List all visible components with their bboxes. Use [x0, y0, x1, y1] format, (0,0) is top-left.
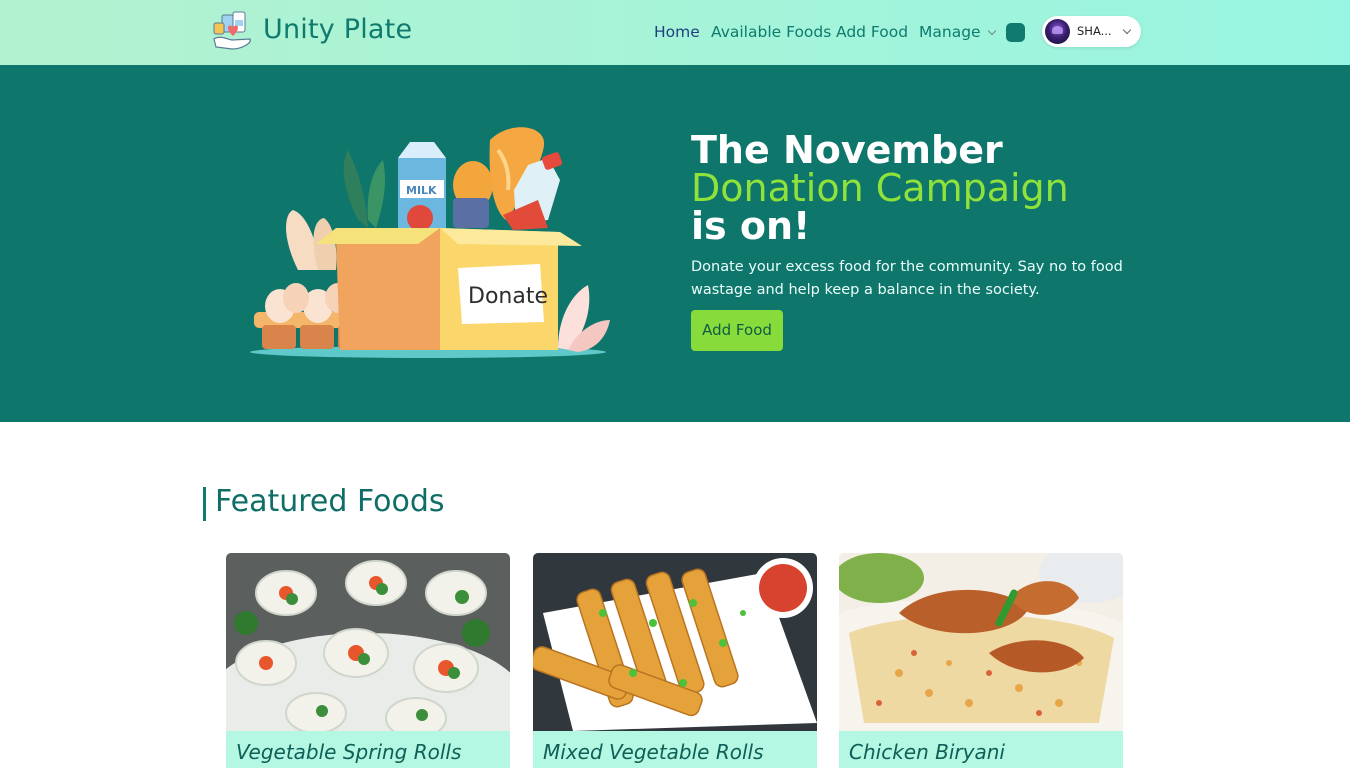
chevron-down-icon	[1122, 25, 1132, 35]
chevron-down-icon	[987, 26, 996, 36]
user-name: SHA...	[1077, 24, 1112, 38]
section-accent-bar	[203, 487, 206, 521]
nav-home[interactable]: Home	[654, 23, 700, 41]
food-donation-logo-icon[interactable]	[212, 9, 254, 53]
nav-manage[interactable]: Manage	[919, 23, 996, 41]
navbar: Unity Plate Home Available Foods Add Foo…	[0, 0, 1350, 65]
spring-rolls-photo	[226, 553, 510, 768]
food-card-title: Mixed Vegetable Rolls	[543, 740, 764, 764]
theme-toggle-icon[interactable]	[1006, 23, 1025, 42]
section-title: Featured Foods	[215, 484, 445, 519]
hero-banner	[0, 65, 1350, 422]
food-card[interactable]: Mixed Vegetable Rolls	[533, 553, 817, 768]
avatar	[1045, 19, 1070, 44]
hero-title: The November Donation Campaign is on!	[691, 131, 1069, 245]
hero-title-line2: Donation Campaign	[691, 166, 1069, 210]
food-card-title: Vegetable Spring Rolls	[236, 740, 462, 764]
svg-text:MILK: MILK	[406, 184, 437, 197]
hero-title-line3: is on!	[691, 204, 811, 248]
brand-name[interactable]: Unity Plate	[263, 14, 412, 45]
nav-available-foods[interactable]: Available Foods	[711, 23, 831, 41]
nav-manage-label: Manage	[919, 23, 981, 41]
food-card-title: Chicken Biryani	[849, 740, 1005, 764]
nav-add-food[interactable]: Add Food	[836, 23, 908, 41]
donation-box-illustration: MILK Donate	[250, 127, 610, 358]
chicken-biryani-photo	[839, 553, 1123, 731]
hero-subtitle: Donate your excess food for the communit…	[691, 259, 1123, 298]
food-card[interactable]: Vegetable Spring Rolls	[226, 553, 510, 768]
food-card[interactable]: Chicken Biryani	[839, 553, 1123, 768]
add-food-button[interactable]: Add Food	[691, 310, 783, 351]
hero-title-line1: The November	[691, 128, 1003, 172]
vegetable-rolls-photo	[533, 553, 817, 731]
user-menu[interactable]: SHA...	[1042, 16, 1141, 47]
donate-label: Donate	[468, 284, 548, 309]
